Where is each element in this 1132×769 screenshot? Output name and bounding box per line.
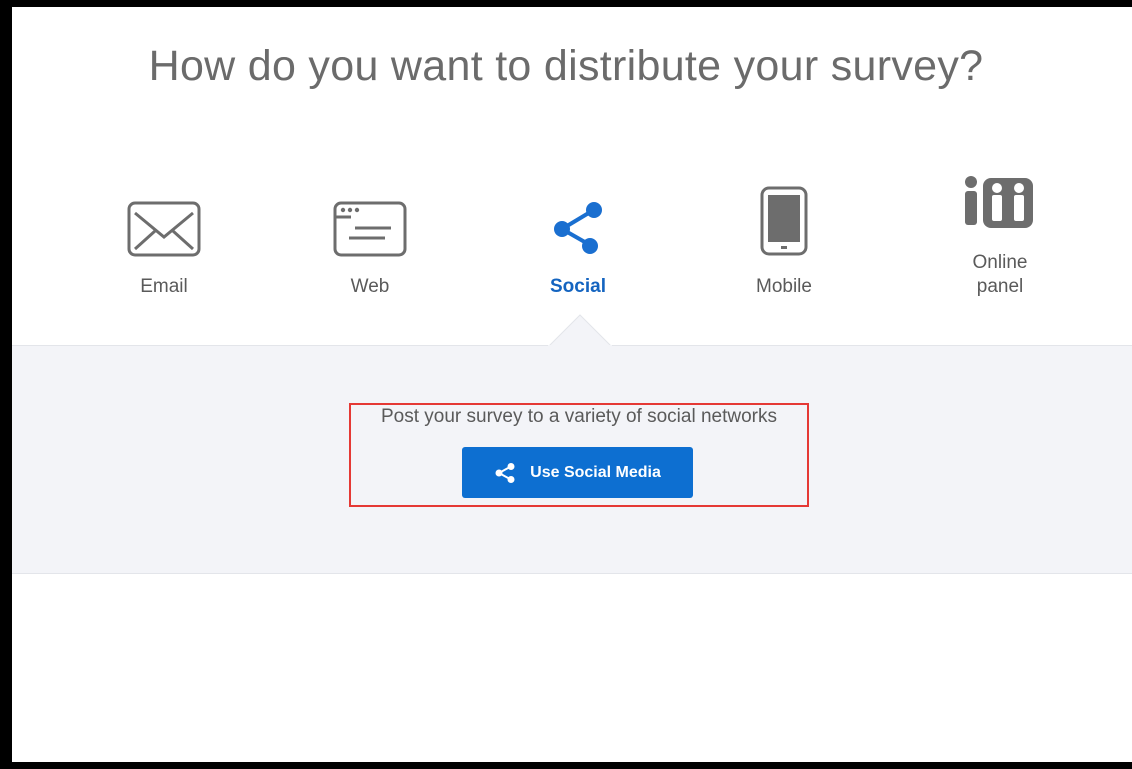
option-label-web: Web: [350, 276, 390, 297]
option-label-social: Social: [550, 276, 606, 297]
option-label-mobile: Mobile: [756, 276, 812, 297]
mobile-phone-icon: [714, 177, 854, 257]
people-panel-icon: [930, 157, 1070, 231]
panel-description: Post your survey to a variety of social …: [381, 406, 777, 427]
distribution-dialog: How do you want to distribute your surve…: [12, 7, 1132, 762]
envelope-icon: [94, 177, 234, 257]
share-icon: [494, 462, 516, 484]
page-title: How do you want to distribute your surve…: [148, 42, 984, 90]
browser-window-icon: [300, 177, 440, 257]
option-label-online-panel-line2: panel: [976, 276, 1024, 297]
option-label-online-panel-line1: Online: [972, 252, 1028, 273]
panel-pointer: [548, 313, 612, 347]
share-icon: [508, 177, 648, 257]
option-label-email: Email: [140, 276, 188, 297]
use-social-media-label: Use Social Media: [530, 463, 661, 481]
use-social-media-button[interactable]: Use Social Media: [462, 447, 693, 498]
